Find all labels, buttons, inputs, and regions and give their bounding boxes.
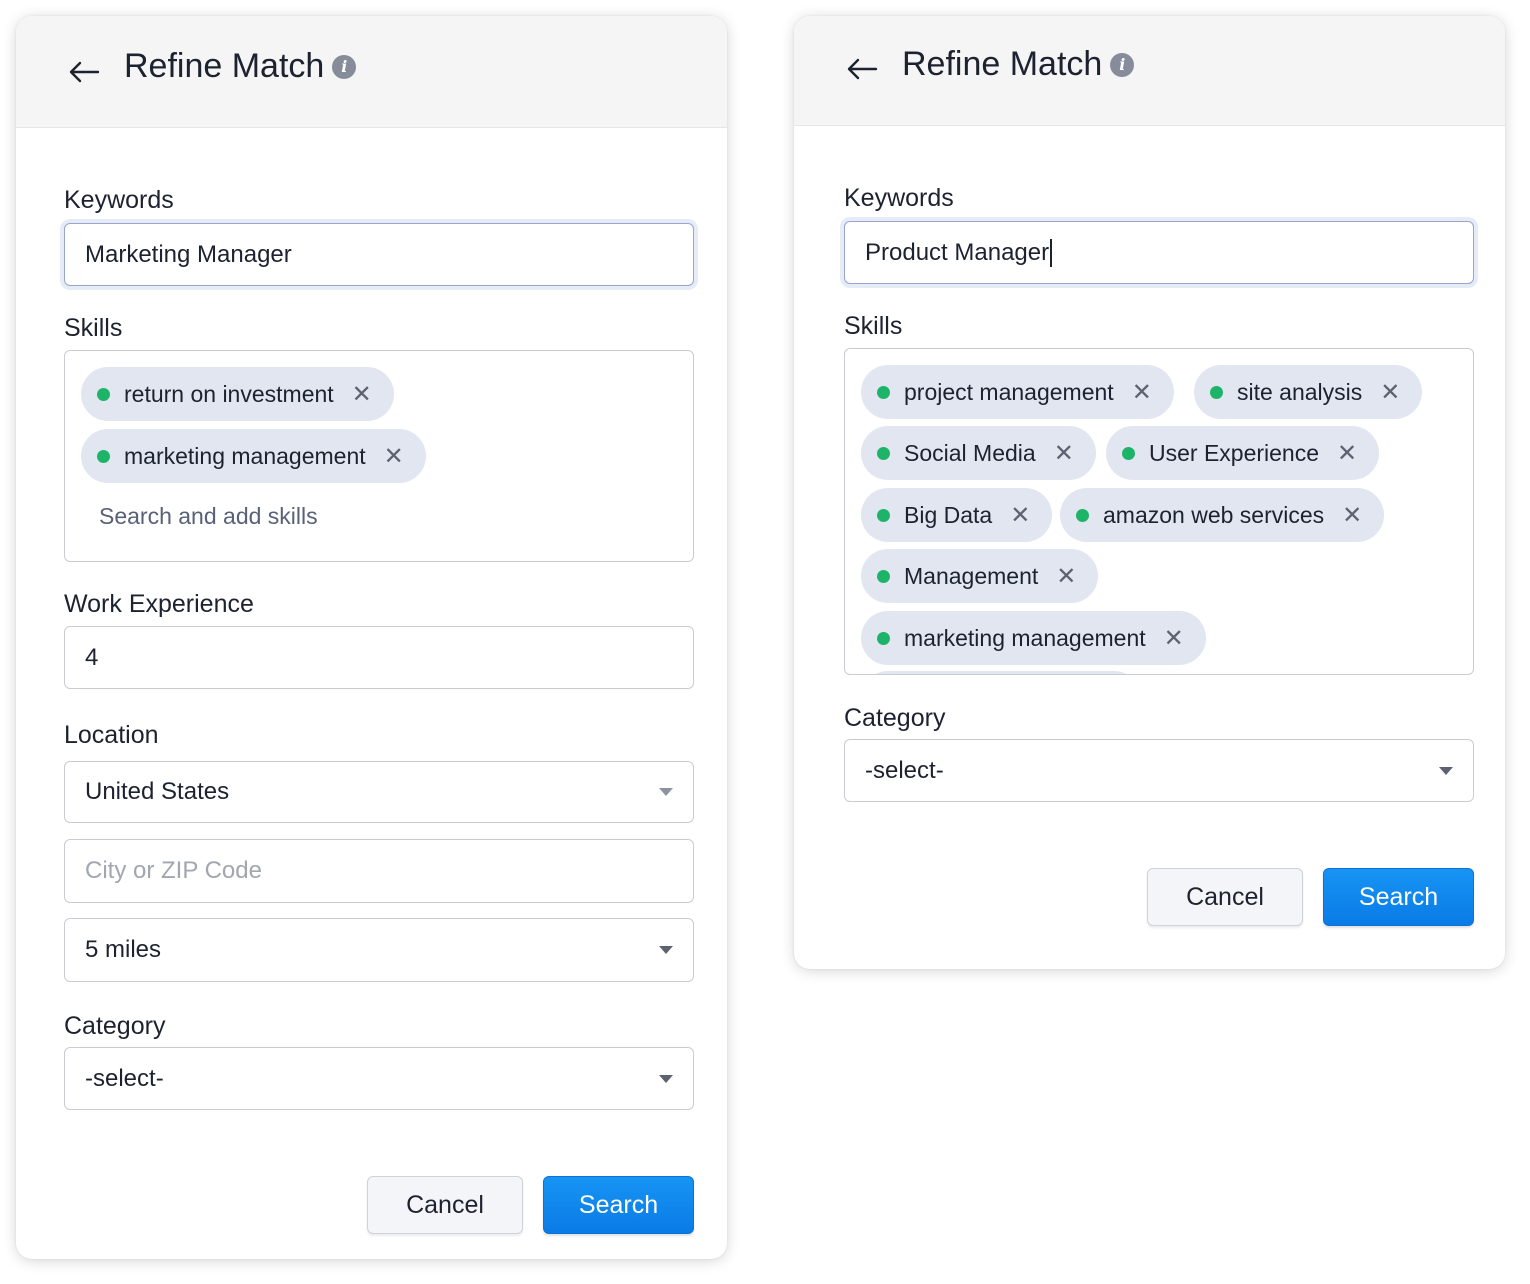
skill-chip-label: amazon web services [1103,501,1325,528]
caret-down-icon [1439,766,1453,775]
work-experience-value: 4 [85,643,99,671]
category-label: Category [844,704,946,732]
caret-down-icon [659,946,673,954]
cancel-button[interactable]: Cancel [367,1176,523,1234]
skill-chip: Management ✕ [861,549,1099,603]
skills-box[interactable]: project management ✕ site analysis ✕ Soc… [844,348,1474,675]
skill-chip: amazon web services ✕ [1060,488,1385,542]
skill-chip-label: marketing management [124,442,366,469]
skill-chip-label: return on investment [124,380,334,407]
keywords-input[interactable]: Marketing Manager [64,223,694,286]
category-value: -select- [865,756,944,784]
arrow-left-icon[interactable] [846,57,878,81]
skill-chip: marketing management ✕ [861,611,1206,665]
page-title-text: Refine Match [902,45,1103,83]
country-value: United States [85,778,230,805]
skill-chip-label: Management [904,562,1039,589]
status-dot [97,387,110,401]
arrow-left-icon[interactable] [68,60,100,84]
close-icon[interactable]: ✕ [1054,439,1074,468]
radius-select[interactable]: 5 miles [64,918,694,982]
status-dot [877,569,890,583]
panel-header: Refine Match i [794,16,1505,126]
keywords-input[interactable]: Product Manager [844,221,1474,284]
city-zip-placeholder: City or ZIP Code [85,857,262,884]
close-icon[interactable]: ✕ [1056,562,1076,591]
status-dot [97,449,110,463]
refine-match-panel-right: Refine Match i Keywords Product Manager … [794,16,1505,969]
radius-value: 5 miles [85,936,162,963]
skill-chip-label: User Experience [1149,439,1320,466]
skill-chip: User Experience ✕ [1106,426,1380,480]
location-label: Location [64,721,159,749]
search-button[interactable]: Search [543,1176,694,1234]
work-experience-label: Work Experience [64,590,254,618]
close-icon[interactable]: ✕ [352,380,372,409]
category-select[interactable]: -select- [844,739,1474,802]
close-icon[interactable]: ✕ [1010,501,1030,530]
skill-chip: Big Data ✕ [861,488,1053,542]
skill-chip-label: Social Media [904,439,1036,466]
status-dot [877,631,890,645]
skills-label: Skills [844,312,903,340]
status-dot [877,385,890,399]
page-title: Refine Match i [124,47,357,86]
skill-chip: site analysis ✕ [1194,365,1423,419]
status-dot [877,446,890,460]
skills-box[interactable]: return on investment ✕ marketing managem… [64,350,694,562]
close-icon[interactable]: ✕ [1380,378,1400,407]
close-icon[interactable]: ✕ [1337,439,1357,468]
caret-down-icon [659,788,673,796]
category-value: -select- [85,1064,164,1092]
close-icon[interactable]: ✕ [384,442,404,471]
page-title: Refine Match i [902,45,1135,84]
status-dot [1210,385,1223,399]
status-dot [877,508,890,522]
skill-chip-label: Big Data [904,501,993,528]
skill-chip-label: marketing management [904,624,1146,651]
refine-match-panel-left: Refine Match i Keywords Marketing Manage… [16,16,727,1259]
page-title-text: Refine Match [124,47,325,85]
skill-chip: project management ✕ [861,365,1174,419]
country-select[interactable]: United States [64,761,694,823]
city-zip-input[interactable]: City or ZIP Code [64,839,694,903]
skill-chip-label: site analysis [1237,378,1363,405]
close-icon[interactable]: ✕ [1342,501,1362,530]
info-icon[interactable]: i [332,54,357,79]
skills-search-input[interactable]: Search and add skills [99,503,318,530]
work-experience-input[interactable]: 4 [64,626,694,689]
skill-chip: marketing management ✕ [81,429,426,483]
status-dot [1122,446,1135,460]
skill-chip: Social Media ✕ [861,426,1096,480]
cancel-button[interactable]: Cancel [1147,868,1303,926]
panel-header: Refine Match i [16,16,727,128]
skill-chip-overflow [861,671,1141,674]
close-icon[interactable]: ✕ [1132,378,1152,407]
skills-label: Skills [64,314,123,342]
skill-chip: return on investment ✕ [81,367,394,421]
status-dot [1076,508,1089,522]
text-cursor [1050,238,1053,267]
keywords-label: Keywords [844,184,954,212]
keywords-label: Keywords [64,186,174,214]
category-select[interactable]: -select- [64,1047,694,1110]
keywords-value: Product Manager [865,238,1050,266]
search-button[interactable]: Search [1323,868,1474,926]
caret-down-icon [659,1074,673,1083]
keywords-value: Marketing Manager [85,240,292,268]
skill-chip-label: project management [904,378,1114,405]
close-icon[interactable]: ✕ [1164,624,1184,653]
category-label: Category [64,1012,166,1040]
info-icon[interactable]: i [1110,52,1135,77]
